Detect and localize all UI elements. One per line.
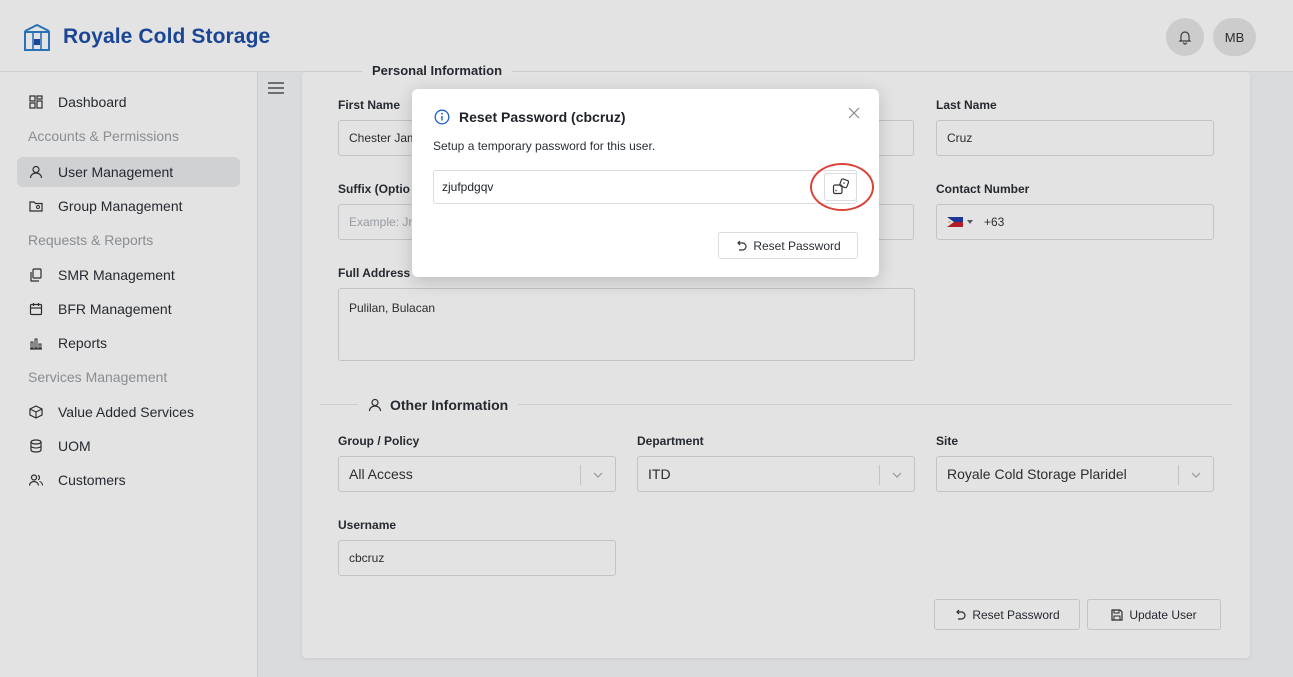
reset-password-modal: Reset Password (cbcruz) Setup a temporar… [412, 89, 879, 277]
temporary-password-input[interactable]: zjufpdgqv [433, 170, 857, 204]
modal-title: Reset Password (cbcruz) [434, 109, 626, 125]
modal-description: Setup a temporary password for this user… [433, 139, 656, 153]
undo-icon [737, 240, 747, 251]
modal-reset-password-label: Reset Password [753, 238, 841, 253]
modal-reset-password-button[interactable]: Reset Password [718, 232, 858, 259]
close-icon[interactable] [847, 106, 861, 120]
info-icon [434, 109, 450, 125]
highlight-circle [810, 163, 874, 211]
modal-title-text: Reset Password (cbcruz) [459, 109, 626, 125]
